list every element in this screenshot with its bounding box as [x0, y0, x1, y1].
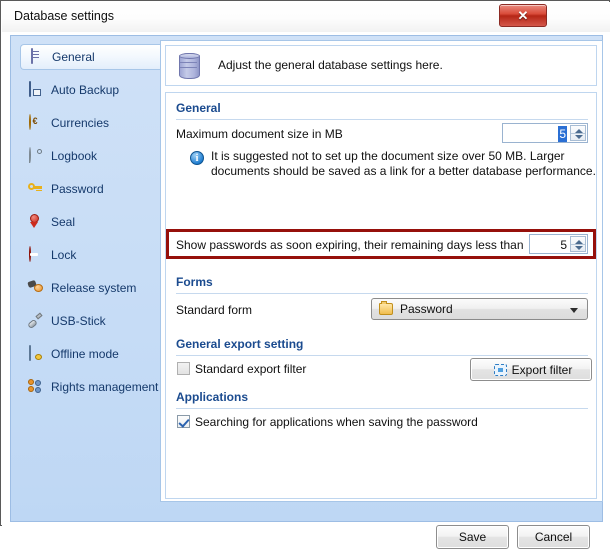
- sidebar-item-logbook[interactable]: Logbook: [20, 143, 152, 169]
- header-strip: Adjust the general database settings her…: [165, 45, 597, 86]
- expiring-days-stepper[interactable]: 5: [529, 234, 588, 254]
- sidebar-item-usb-stick[interactable]: USB-Stick: [20, 308, 152, 334]
- sidebar-item-label: Auto Backup: [51, 83, 120, 97]
- max-document-size-stepper[interactable]: 5: [502, 123, 588, 143]
- info-text: It is suggested not to set up the docume…: [211, 149, 596, 179]
- cancel-button[interactable]: Cancel: [517, 525, 590, 549]
- folder-icon: [379, 301, 393, 315]
- sidebar-item-label: Lock: [51, 248, 77, 262]
- no-entry-lock-icon: [28, 246, 44, 263]
- dialog-window: Database settings ✕ General Auto Backup …: [0, 0, 610, 549]
- group-title-general: General: [176, 101, 221, 115]
- close-icon: ✕: [517, 7, 529, 23]
- divider: [176, 408, 588, 409]
- dialog-panel: General Auto Backup Currencies Logbook P…: [10, 35, 603, 549]
- key-icon: [28, 181, 44, 197]
- divider: [176, 293, 588, 294]
- release-hammer-icon: [28, 280, 44, 296]
- content-pane: Adjust the general database settings her…: [160, 40, 603, 502]
- sidebar: General Auto Backup Currencies Logbook P…: [20, 40, 161, 524]
- sidebar-item-label: Offline mode: [51, 347, 119, 361]
- search-applications-checkbox[interactable]: [177, 415, 190, 428]
- sidebar-item-release-system[interactable]: Release system: [20, 275, 152, 301]
- logbook-icon: [28, 147, 44, 164]
- sidebar-item-label: General: [52, 50, 95, 64]
- save-button[interactable]: Save: [436, 525, 509, 549]
- max-document-size-label: Maximum document size in MB: [176, 127, 343, 141]
- dialog-body: General Auto Backup Currencies Logbook P…: [2, 32, 610, 549]
- sidebar-item-label: Seal: [51, 215, 76, 229]
- database-cylinder-icon: [177, 51, 203, 81]
- sidebar-item-lock[interactable]: Lock: [20, 242, 152, 268]
- export-filter-button[interactable]: Export filter: [470, 358, 592, 381]
- sidebar-item-password[interactable]: Password: [20, 176, 152, 202]
- sidebar-item-offline-mode[interactable]: Offline mode: [20, 341, 152, 367]
- standard-form-value: Password: [400, 302, 453, 316]
- info-text-line1: It is suggested not to set up the docume…: [211, 149, 565, 163]
- sidebar-item-auto-backup[interactable]: Auto Backup: [20, 77, 152, 103]
- sidebar-item-seal[interactable]: Seal: [20, 209, 152, 235]
- title-bar: Database settings ✕: [2, 2, 610, 33]
- chevron-down-icon: [575, 246, 583, 250]
- sidebar-item-general[interactable]: General: [20, 44, 161, 70]
- divider: [176, 355, 588, 356]
- standard-form-label: Standard form: [176, 303, 253, 317]
- expiring-days-label: Show passwords as soon expiring, their r…: [176, 238, 524, 252]
- header-description: Adjust the general database settings her…: [218, 58, 443, 72]
- standard-form-select[interactable]: Password: [371, 298, 588, 320]
- export-filter-icon: [494, 364, 507, 376]
- sidebar-item-label: Currencies: [51, 116, 110, 130]
- group-title-forms: Forms: [176, 275, 213, 289]
- sidebar-item-label: Logbook: [51, 149, 98, 163]
- database-icon: [29, 48, 45, 65]
- offline-mode-icon: [28, 345, 44, 362]
- sidebar-item-label: Rights management: [51, 380, 159, 394]
- info-text-line2: documents should be saved as a link for …: [211, 164, 596, 178]
- stepper-buttons[interactable]: [570, 236, 586, 252]
- expiring-days-value: 5: [560, 238, 567, 252]
- chevron-down-icon: [570, 308, 578, 313]
- euro-coin-icon: [28, 114, 44, 131]
- usb-stick-icon: [28, 313, 44, 329]
- sidebar-item-label: USB-Stick: [51, 314, 106, 328]
- sidebar-item-label: Password: [51, 182, 104, 196]
- divider: [176, 119, 588, 120]
- chevron-down-icon: [575, 135, 583, 139]
- backup-disk-icon: [28, 81, 44, 98]
- max-document-size-value: 5: [558, 126, 567, 142]
- group-title-export: General export setting: [176, 337, 304, 351]
- sidebar-item-currencies[interactable]: Currencies: [20, 110, 152, 136]
- standard-export-filter-label: Standard export filter: [195, 362, 307, 376]
- seal-ribbon-icon: [28, 214, 44, 230]
- settings-panel: General Maximum document size in MB 5 i …: [165, 92, 597, 499]
- group-title-applications: Applications: [176, 390, 249, 404]
- sidebar-item-rights-management[interactable]: Rights management: [20, 374, 158, 400]
- standard-export-filter-checkbox[interactable]: [177, 362, 190, 375]
- close-button[interactable]: ✕: [499, 4, 547, 27]
- users-group-icon: [28, 379, 44, 395]
- sidebar-item-label: Release system: [51, 281, 137, 295]
- stepper-buttons[interactable]: [570, 125, 586, 141]
- search-applications-label: Searching for applications when saving t…: [195, 415, 478, 429]
- info-icon: [190, 151, 204, 166]
- window-title: Database settings: [14, 9, 115, 23]
